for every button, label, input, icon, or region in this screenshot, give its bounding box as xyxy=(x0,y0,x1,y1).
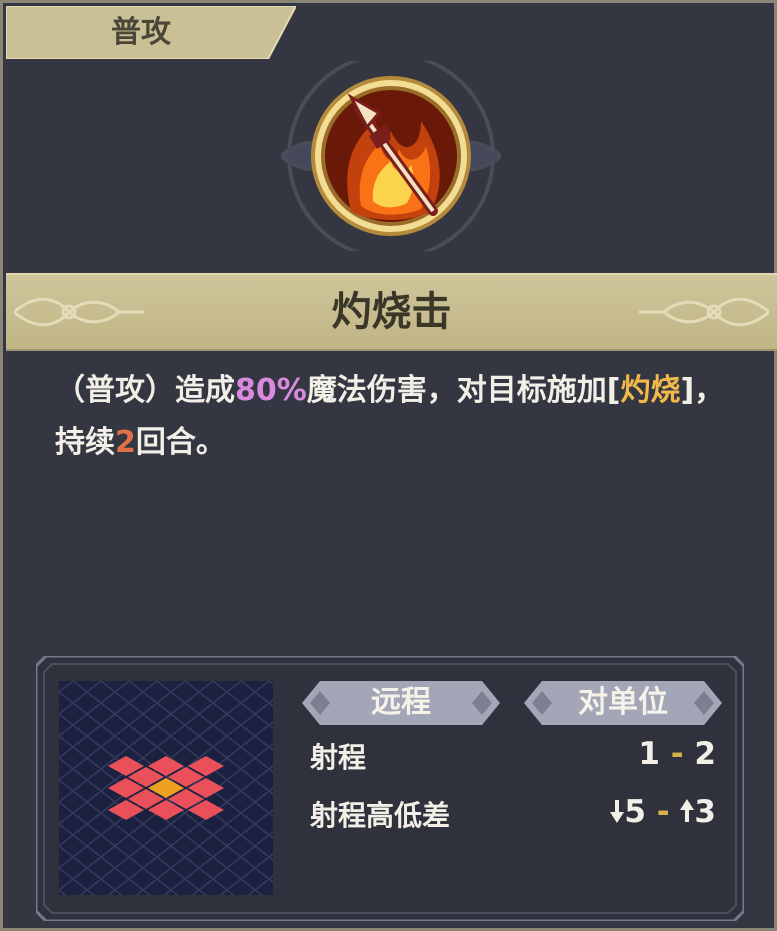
status-effect-link[interactable]: 灼烧 xyxy=(621,373,681,408)
range-min: 1 xyxy=(638,736,660,772)
skill-emblem xyxy=(281,61,501,251)
damage-percent: 80% xyxy=(235,373,307,408)
skill-name-banner: 灼烧击 xyxy=(6,273,777,351)
target-type-label: 对单位 xyxy=(578,685,668,720)
target-type-badge: 对单位 xyxy=(524,681,722,725)
duration-value: 2 xyxy=(115,425,136,460)
range-dash: - xyxy=(670,736,684,772)
height-down: 5 xyxy=(624,794,646,830)
desc-prefix: （普攻）造成 xyxy=(55,373,235,408)
height-up: 3 xyxy=(694,794,716,830)
tab-label: 普攻 xyxy=(111,15,171,50)
range-value: 1 - 2 xyxy=(638,736,716,772)
height-dash: - xyxy=(656,794,670,830)
attack-type-badge: 远程 xyxy=(302,681,500,725)
range-label: 射程 xyxy=(310,741,367,774)
skill-category-tab: 普攻 xyxy=(6,6,296,59)
range-max: 2 xyxy=(694,736,716,772)
height-diff-label: 射程高低差 xyxy=(310,799,451,832)
range-grid-preview xyxy=(59,681,273,895)
arrow-up-icon xyxy=(680,799,695,822)
desc-suffix: 回合。 xyxy=(135,425,226,460)
attack-info-box: 远程 对单位 射程 1 - 2 射程高低差 5 - 3 xyxy=(36,656,744,921)
height-diff-value: 5 - 3 xyxy=(610,794,716,830)
arrow-down-icon xyxy=(610,800,625,823)
skill-description: （普攻）造成80%魔法伤害，对目标施加[灼烧]，持续2回合。 xyxy=(55,365,735,469)
range-grid xyxy=(59,681,273,895)
desc-mid: 魔法伤害，对目标施加[ xyxy=(306,373,621,408)
skill-name: 灼烧击 xyxy=(331,288,452,335)
skill-detail-panel: 普攻 灼烧击 （普攻）造成80%魔法伤害，对目标施加[灼烧]，持续2回合。 远程… xyxy=(0,0,777,931)
attack-type-label: 远程 xyxy=(371,685,431,720)
range-tiles xyxy=(108,756,224,820)
